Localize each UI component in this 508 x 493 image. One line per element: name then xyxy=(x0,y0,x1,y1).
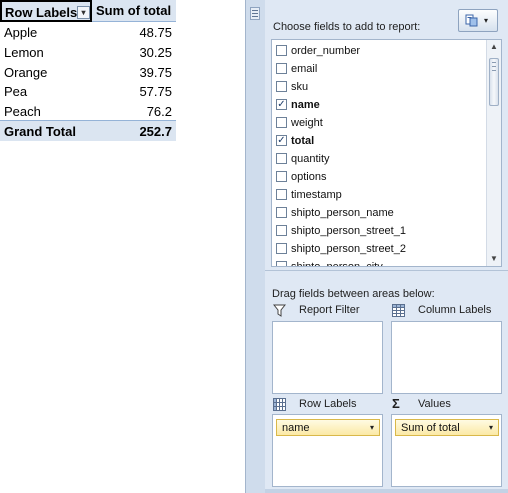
chevron-down-icon: ▾ xyxy=(484,16,489,25)
scroll-up-icon[interactable]: ▲ xyxy=(487,40,501,54)
field-list-layout-button[interactable]: ▾ xyxy=(458,9,498,32)
field-list-scrollbar[interactable]: ▲ ▼ xyxy=(486,40,501,266)
chip-label: Sum of total xyxy=(401,422,460,434)
row-value: 76.2 xyxy=(146,104,172,119)
column-grid-icon xyxy=(392,304,405,317)
row-grid-icon xyxy=(273,398,286,411)
field-checkbox-checked[interactable]: ✓ xyxy=(276,99,287,110)
column-labels-area[interactable] xyxy=(391,321,502,394)
pivot-row[interactable]: Lemon 30.25 xyxy=(0,42,176,62)
value-field-chip-sum-of-total[interactable]: Sum of total ▾ xyxy=(395,419,499,436)
report-filter-title: Report Filter xyxy=(273,303,383,319)
field-item[interactable]: ✓ total xyxy=(276,132,482,150)
field-item[interactable]: shipto_person_street_2 xyxy=(276,240,482,258)
field-item[interactable]: sku xyxy=(276,78,482,96)
report-filter-label: Report Filter xyxy=(299,304,360,316)
column-labels-label: Column Labels xyxy=(418,304,492,316)
row-label: Apple xyxy=(4,25,38,40)
field-name: email xyxy=(291,63,318,75)
pane-splitter[interactable] xyxy=(265,270,508,271)
row-label: Orange xyxy=(4,65,48,80)
values-label: Values xyxy=(418,398,451,410)
scroll-down-icon[interactable]: ▼ xyxy=(487,252,501,266)
field-checkbox-checked[interactable]: ✓ xyxy=(276,135,287,146)
field-item[interactable]: order_number xyxy=(276,42,482,60)
pane-resize-grip[interactable] xyxy=(250,7,260,20)
field-checklist: order_number email sku ✓ name weight ✓ t… xyxy=(271,39,502,267)
field-item[interactable]: options xyxy=(276,168,482,186)
row-value: 39.75 xyxy=(139,65,172,80)
field-list-body: Choose fields to add to report: ▾ order_… xyxy=(265,0,508,493)
row-label: Lemon xyxy=(4,45,44,60)
row-labels-area[interactable]: name ▾ xyxy=(272,414,383,487)
field-checkbox[interactable] xyxy=(276,171,287,182)
scroll-thumb[interactable] xyxy=(489,58,499,106)
field-item[interactable]: quantity xyxy=(276,150,482,168)
row-labels-header-cell[interactable]: Row Labels ▾ xyxy=(0,0,92,22)
field-name: quantity xyxy=(291,153,330,165)
field-checkbox[interactable] xyxy=(276,45,287,56)
column-labels-title: Column Labels xyxy=(392,303,508,319)
grand-total-value: 252.7 xyxy=(139,124,172,139)
field-checkbox[interactable] xyxy=(276,261,287,266)
sigma-icon: Σ xyxy=(392,396,400,411)
grand-total-row[interactable]: Grand Total 252.7 xyxy=(0,120,176,141)
choose-fields-label: Choose fields to add to report: xyxy=(273,21,421,33)
field-checkbox[interactable] xyxy=(276,189,287,200)
drag-fields-label: Drag fields between areas below: xyxy=(272,288,435,300)
chevron-down-icon[interactable]: ▾ xyxy=(370,423,374,432)
field-checkbox[interactable] xyxy=(276,243,287,254)
sum-of-total-header: Sum of total xyxy=(96,3,172,18)
field-name: sku xyxy=(291,81,309,93)
field-checkbox[interactable] xyxy=(276,117,287,128)
field-checkbox[interactable] xyxy=(276,81,287,92)
row-label: Peach xyxy=(4,104,41,119)
field-checkbox[interactable] xyxy=(276,225,287,236)
values-title: Σ Values xyxy=(392,397,508,413)
field-name: options xyxy=(291,171,327,183)
chip-label: name xyxy=(282,422,310,434)
field-checkbox[interactable] xyxy=(276,63,287,74)
pivot-row[interactable]: Orange 39.75 xyxy=(0,62,176,82)
field-checkbox[interactable] xyxy=(276,153,287,164)
filter-funnel-icon xyxy=(273,304,286,317)
field-item[interactable]: email xyxy=(276,60,482,78)
field-item[interactable]: shipto_person_street_1 xyxy=(276,222,482,240)
pivot-header-row: Row Labels ▾ Sum of total xyxy=(0,0,176,22)
field-name: order_number xyxy=(291,45,361,57)
field-name: total xyxy=(291,135,315,147)
pivot-field-list-pane: Choose fields to add to report: ▾ order_… xyxy=(245,0,508,493)
field-name: timestamp xyxy=(291,189,342,201)
row-labels-filter-button[interactable]: ▾ xyxy=(77,6,90,19)
chevron-down-icon[interactable]: ▾ xyxy=(489,423,493,432)
field-name: shipto_person_street_1 xyxy=(291,225,406,237)
row-field-chip-name[interactable]: name ▾ xyxy=(276,419,380,436)
row-labels-title: Row Labels xyxy=(273,397,383,413)
pane-bottom-edge xyxy=(265,489,508,493)
values-area[interactable]: Sum of total ▾ xyxy=(391,414,502,487)
row-labels-header: Row Labels xyxy=(5,5,78,20)
field-item[interactable]: ✓ name xyxy=(276,96,482,114)
field-item[interactable]: timestamp xyxy=(276,186,482,204)
field-name: weight xyxy=(291,117,323,129)
grand-total-label: Grand Total xyxy=(4,124,76,139)
field-checkbox[interactable] xyxy=(276,207,287,218)
field-name: shipto_person_city xyxy=(291,261,383,267)
field-name: shipto_person_name xyxy=(291,207,394,219)
row-value: 57.75 xyxy=(139,84,172,99)
field-item[interactable]: shipto_person_city xyxy=(276,258,482,267)
report-filter-area[interactable] xyxy=(272,321,383,394)
row-label: Pea xyxy=(4,84,28,99)
row-labels-label: Row Labels xyxy=(299,398,357,410)
row-value: 30.25 xyxy=(139,45,172,60)
pivot-row[interactable]: Apple 48.75 xyxy=(0,22,176,42)
field-name: name xyxy=(291,99,320,111)
pivot-row[interactable]: Peach 76.2 xyxy=(0,101,176,121)
field-item[interactable]: shipto_person_name xyxy=(276,204,482,222)
pivot-row[interactable]: Pea 57.75 xyxy=(0,81,176,101)
row-value: 48.75 xyxy=(139,25,172,40)
field-name: shipto_person_street_2 xyxy=(291,243,406,255)
field-item[interactable]: weight xyxy=(276,114,482,132)
field-list-layout-icon xyxy=(465,14,478,27)
